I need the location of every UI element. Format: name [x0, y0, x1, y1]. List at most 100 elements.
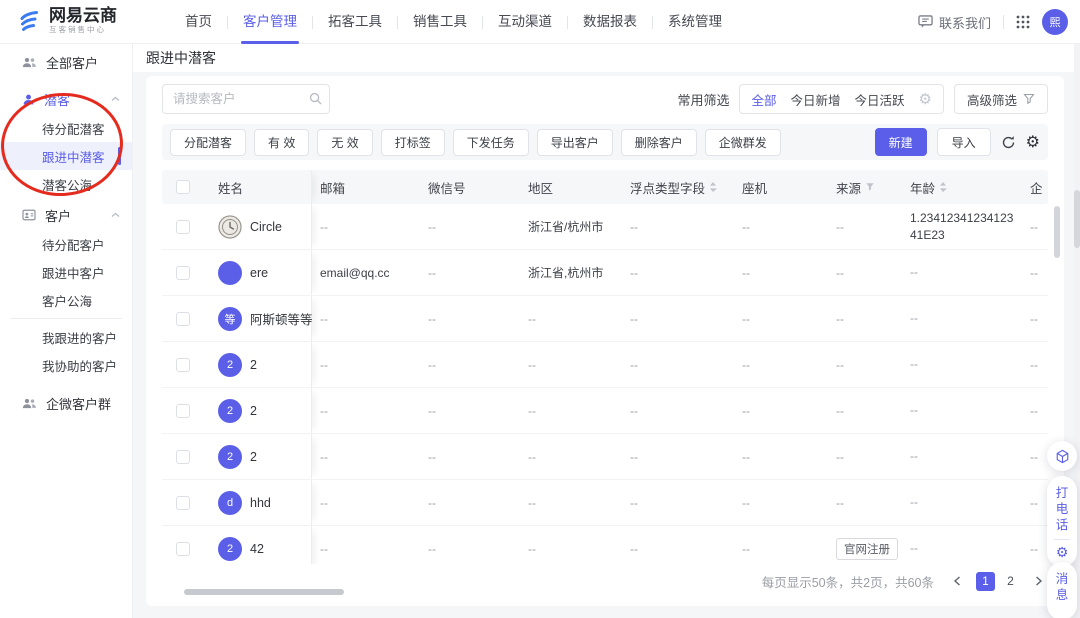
- row-checkbox[interactable]: [176, 312, 190, 326]
- select-all-checkbox[interactable]: [176, 180, 190, 194]
- sidebar-item-8[interactable]: 客户公海: [0, 286, 132, 314]
- cube-float-button[interactable]: [1047, 441, 1077, 471]
- customer-name[interactable]: 2: [250, 450, 257, 464]
- row-checkbox[interactable]: [176, 404, 190, 418]
- user-avatar[interactable]: 熙: [1042, 9, 1068, 35]
- search-icon[interactable]: [309, 92, 322, 105]
- prev-page-icon[interactable]: [948, 572, 966, 590]
- quick-filter-0[interactable]: 全部: [751, 90, 776, 109]
- customer-name[interactable]: 42: [250, 542, 264, 556]
- sidebar-item-11[interactable]: 我协助的客户: [0, 351, 132, 379]
- nav-item-4[interactable]: 互动渠道: [483, 0, 567, 44]
- toolbar-button-6[interactable]: 删除客户: [621, 129, 697, 156]
- cell-region: 浙江省,杭州市: [520, 250, 622, 295]
- column-header-region[interactable]: 地区: [520, 178, 622, 197]
- cell-value: --: [742, 266, 750, 280]
- create-button[interactable]: 新建: [875, 128, 927, 156]
- column-header-phone[interactable]: 座机: [734, 178, 828, 197]
- toolbar-button-1[interactable]: 有 效: [254, 129, 309, 156]
- cell-source: --: [828, 342, 902, 387]
- chevron-up-icon[interactable]: [111, 212, 120, 218]
- sidebar-item-7[interactable]: 跟进中客户: [0, 258, 132, 286]
- row-checkbox[interactable]: [176, 450, 190, 464]
- next-page-icon[interactable]: [1030, 572, 1048, 590]
- cell-phone: --: [734, 480, 828, 525]
- cell-region: --: [520, 480, 622, 525]
- table-settings-icon[interactable]: ⚙: [1026, 134, 1040, 150]
- cell-check: [162, 450, 218, 464]
- sidebar-item-2[interactable]: 待分配潜客: [0, 114, 132, 142]
- customer-name[interactable]: hhd: [250, 496, 271, 510]
- cell-value: --: [910, 310, 922, 326]
- sidebar-item-1[interactable]: 潜客: [0, 84, 132, 114]
- sidebar-item-0[interactable]: 全部客户: [0, 46, 132, 78]
- message-button[interactable]: 消息: [1056, 571, 1069, 603]
- column-header-wechat[interactable]: 微信号: [420, 178, 520, 197]
- sidebar-item-6[interactable]: 待分配客户: [0, 230, 132, 258]
- search-input[interactable]: [162, 84, 330, 114]
- toolbar-button-0[interactable]: 分配潜客: [170, 129, 246, 156]
- page-button-2[interactable]: 2: [1001, 572, 1020, 591]
- funnel-icon: [1023, 93, 1035, 105]
- page-scrollbar-thumb[interactable]: [1074, 190, 1080, 248]
- column-header-email[interactable]: 邮箱: [312, 178, 420, 197]
- pagination-summary: 每页显示50条，共2页，共60条: [762, 572, 934, 591]
- row-checkbox[interactable]: [176, 266, 190, 280]
- cell-value: --: [320, 542, 328, 556]
- table-vertical-scrollbar[interactable]: [1054, 206, 1060, 258]
- quick-filter-1[interactable]: 今日新增: [791, 90, 841, 109]
- phone-call-button[interactable]: 打电话: [1056, 485, 1069, 533]
- toolbar-button-7[interactable]: 企微群发: [705, 129, 781, 156]
- contact-us-button[interactable]: 联系我们: [918, 13, 991, 32]
- quick-filter-2[interactable]: 今日活跃: [855, 90, 905, 109]
- page-button-1[interactable]: 1: [976, 572, 995, 591]
- horizontal-scrollbar[interactable]: [184, 589, 344, 595]
- row-scroll-cells: email@qq.cc--浙江省,杭州市----------: [312, 250, 1048, 295]
- sidebar-item-3[interactable]: 跟进中潜客: [0, 142, 132, 170]
- toolbar-button-5[interactable]: 导出客户: [537, 129, 613, 156]
- customer-name[interactable]: Circle: [250, 220, 282, 234]
- sidebar-item-10[interactable]: 我跟进的客户: [0, 323, 132, 351]
- customer-name[interactable]: ere: [250, 266, 268, 280]
- table-row: 等阿斯顿等等----------------: [162, 296, 1048, 342]
- row-scroll-cells: ----------------: [312, 342, 1048, 387]
- refresh-icon[interactable]: [1001, 135, 1016, 150]
- users-icon: [22, 397, 37, 410]
- cell-region: --: [520, 296, 622, 341]
- cell-ent: --: [1022, 296, 1048, 341]
- column-header-ent[interactable]: 企: [1022, 178, 1048, 197]
- customer-name[interactable]: 2: [250, 404, 257, 418]
- card-icon: [22, 209, 36, 221]
- cell-age: --: [902, 342, 1022, 387]
- advanced-filter-button[interactable]: 高级筛选: [954, 84, 1048, 114]
- column-header-float_field[interactable]: 浮点类型字段: [622, 178, 734, 197]
- customer-name[interactable]: 阿斯顿等等: [250, 309, 312, 328]
- table-row: Circle----浙江省/杭州市------1.234123412341234…: [162, 204, 1048, 250]
- filter-settings-icon[interactable]: ⚙: [919, 92, 932, 107]
- toolbar-button-3[interactable]: 打标签: [381, 129, 445, 156]
- nav-item-5[interactable]: 数据报表: [568, 0, 652, 44]
- nav-item-0[interactable]: 首页: [170, 0, 227, 44]
- nav-item-1[interactable]: 客户管理: [228, 0, 312, 44]
- sidebar-item-4[interactable]: 潜客公海: [0, 170, 132, 198]
- import-button[interactable]: 导入: [937, 128, 991, 156]
- row-checkbox[interactable]: [176, 542, 190, 556]
- app-logo[interactable]: 网易云商 互客销售中心: [16, 7, 117, 35]
- nav-item-3[interactable]: 销售工具: [398, 0, 482, 44]
- chevron-up-icon[interactable]: [111, 96, 120, 102]
- nav-item-6[interactable]: 系统管理: [653, 0, 737, 44]
- nav-item-2[interactable]: 拓客工具: [313, 0, 397, 44]
- call-settings-icon[interactable]: ⚙: [1056, 546, 1069, 560]
- sidebar-item-12[interactable]: 企微客户群: [0, 387, 132, 419]
- column-header-name[interactable]: 姓名: [218, 178, 312, 197]
- row-checkbox[interactable]: [176, 496, 190, 510]
- column-header-age[interactable]: 年龄: [902, 178, 1022, 197]
- row-checkbox[interactable]: [176, 358, 190, 372]
- sidebar-item-5[interactable]: 客户: [0, 200, 132, 230]
- column-header-source[interactable]: 来源: [828, 178, 902, 197]
- row-checkbox[interactable]: [176, 220, 190, 234]
- toolbar-button-4[interactable]: 下发任务: [453, 129, 529, 156]
- apps-grid-icon[interactable]: [1016, 15, 1030, 29]
- customer-name[interactable]: 2: [250, 358, 257, 372]
- toolbar-button-2[interactable]: 无 效: [317, 129, 372, 156]
